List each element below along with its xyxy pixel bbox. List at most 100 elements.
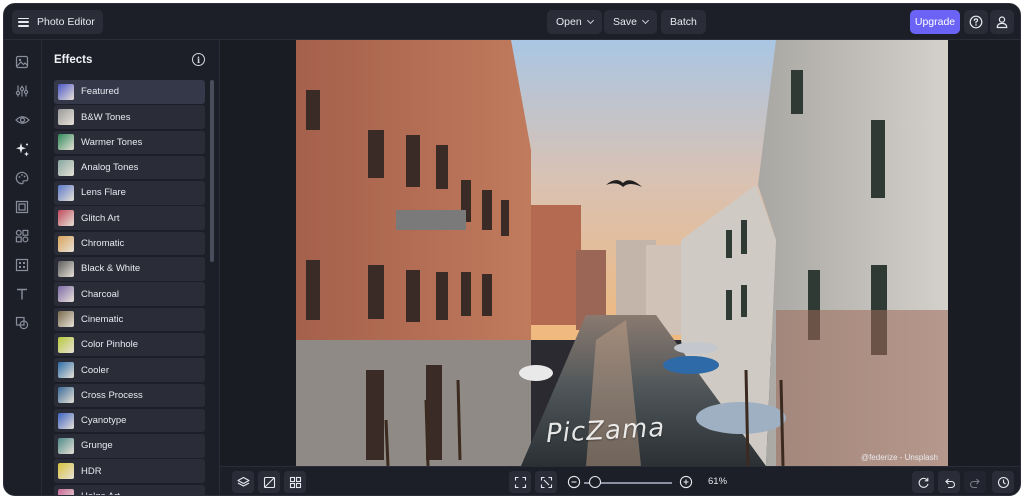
effect-label: Cyanotype: [81, 415, 127, 427]
effect-label: Warmer Tones: [81, 136, 143, 148]
actual-size-button[interactable]: [535, 471, 557, 493]
save-label: Save: [613, 16, 637, 28]
image-icon[interactable]: [13, 53, 31, 71]
effect-thumbnail: [58, 387, 74, 404]
effect-item[interactable]: Black & White: [54, 257, 205, 281]
batch-label: Batch: [670, 16, 697, 28]
effect-item[interactable]: Cyanotype: [54, 408, 205, 433]
open-label: Open: [556, 16, 582, 28]
upgrade-button[interactable]: Upgrade: [910, 10, 960, 34]
tool-rail: [4, 40, 42, 495]
effect-thumbnail: [58, 336, 74, 353]
effect-thumbnail: [58, 210, 74, 227]
bottom-toolbar: 61%: [220, 466, 1020, 495]
effect-item[interactable]: Cinematic: [54, 307, 205, 332]
effect-item[interactable]: Lens Flare: [54, 181, 205, 205]
history-button[interactable]: [992, 471, 1014, 493]
effect-label: Cooler: [81, 364, 109, 376]
fit-screen-button[interactable]: [509, 471, 531, 493]
effects-panel: Effects i Featured B&W Tones Warmer Tones A…: [42, 40, 220, 495]
effect-thumbnail: [58, 260, 74, 277]
effect-item[interactable]: Grunge: [54, 434, 205, 458]
compare-button[interactable]: [258, 471, 280, 493]
layers-icon: [236, 476, 250, 487]
grid-button[interactable]: [284, 471, 306, 493]
app-title: Photo Editor: [37, 16, 95, 28]
panel-scrollbar[interactable]: [210, 80, 214, 262]
photo-canvas[interactable]: PicZama @federize - Unsplash: [296, 40, 948, 466]
redo-icon: [969, 478, 980, 488]
graphics-icon[interactable]: [13, 314, 31, 332]
effects-sparkle-icon[interactable]: [13, 140, 31, 158]
reset-icon: [918, 477, 929, 488]
photo-editor-window: Photo Editor Open Save Batch Upgrade Eff…: [3, 3, 1021, 496]
zoom-out-icon[interactable]: [567, 475, 581, 489]
effect-item[interactable]: Analog Tones: [54, 155, 205, 180]
compare-icon: [263, 476, 275, 488]
effect-label: Holga Art: [81, 491, 120, 495]
effect-item[interactable]: Color Pinhole: [54, 332, 205, 357]
effect-label: Cross Process: [81, 389, 143, 401]
effect-item[interactable]: Cross Process: [54, 383, 205, 408]
open-button[interactable]: Open: [547, 10, 602, 34]
photo-credit: @federize - Unsplash: [860, 453, 938, 462]
panel-title: Effects: [54, 54, 93, 66]
effect-thumbnail: [58, 109, 74, 126]
effect-label: Glitch Art: [81, 212, 120, 224]
effect-thumbnail: [58, 437, 74, 454]
overlays-grid-icon[interactable]: [13, 227, 31, 245]
effect-thumbnail: [58, 362, 74, 379]
effect-label: HDR: [81, 465, 102, 477]
zoom-level: 61%: [708, 476, 728, 487]
redo-button[interactable]: [964, 471, 986, 493]
batch-button[interactable]: Batch: [661, 10, 706, 34]
effect-thumbnail: [58, 311, 74, 328]
actual-size-icon: [540, 476, 552, 488]
effect-thumbnail: [58, 286, 74, 303]
reset-button[interactable]: [912, 471, 934, 493]
effect-item[interactable]: B&W Tones: [54, 105, 205, 129]
palette-icon[interactable]: [13, 169, 31, 187]
effect-item[interactable]: Warmer Tones: [54, 130, 205, 155]
zoom-in-icon[interactable]: [679, 475, 693, 489]
effect-thumbnail: [58, 159, 74, 176]
venice-canal-photo: [296, 40, 948, 466]
effect-item[interactable]: Cooler: [54, 358, 205, 382]
text-icon[interactable]: [13, 285, 31, 303]
frame-icon[interactable]: [13, 198, 31, 216]
effect-thumbnail: [58, 463, 74, 480]
history-icon: [997, 476, 1009, 488]
undo-icon: [944, 478, 955, 488]
hamburger-icon: [18, 17, 29, 27]
grid-icon: [289, 476, 301, 488]
texture-icon[interactable]: [13, 256, 31, 274]
effect-label: Lens Flare: [81, 187, 126, 199]
help-button[interactable]: [964, 10, 988, 34]
effect-label: Charcoal: [81, 288, 120, 300]
layers-button[interactable]: [232, 471, 254, 493]
effect-label: Cinematic: [81, 313, 124, 325]
zoom-slider-handle[interactable]: [588, 476, 601, 488]
effects-list: Featured B&W Tones Warmer Tones Analog Tone…: [54, 80, 205, 495]
effect-item[interactable]: Charcoal: [54, 282, 205, 306]
sliders-icon[interactable]: [13, 82, 31, 100]
top-toolbar: Photo Editor Open Save Batch Upgrade: [4, 4, 1020, 40]
effect-label: Analog Tones: [81, 162, 139, 174]
effect-thumbnail: [58, 134, 74, 151]
effect-label: Chromatic: [81, 238, 125, 250]
effect-item[interactable]: Holga Art: [54, 484, 205, 495]
chevron-down-icon: [641, 16, 649, 25]
eye-icon[interactable]: [13, 111, 31, 129]
effect-thumbnail: [58, 412, 74, 429]
undo-button[interactable]: [938, 471, 960, 493]
effect-item[interactable]: Glitch Art: [54, 206, 205, 230]
effect-item[interactable]: Chromatic: [54, 231, 205, 256]
account-button[interactable]: [990, 10, 1014, 34]
save-button[interactable]: Save: [604, 10, 657, 34]
effect-label: Color Pinhole: [81, 339, 139, 351]
effect-item[interactable]: Featured: [54, 80, 205, 104]
effect-label: Grunge: [81, 440, 113, 452]
effect-item[interactable]: HDR: [54, 459, 205, 483]
info-icon[interactable]: i: [192, 53, 205, 66]
menu-button[interactable]: Photo Editor: [12, 10, 103, 34]
